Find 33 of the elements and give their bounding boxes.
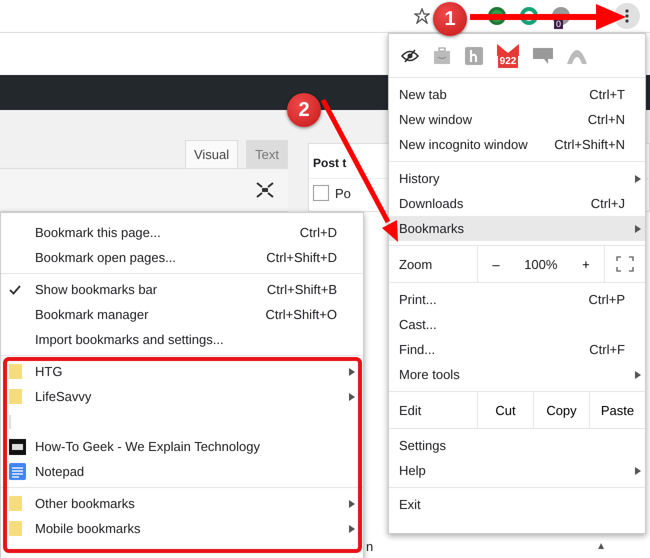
scroll-up-arrow[interactable]: ▲ [596, 540, 606, 552]
bookmark-item[interactable]: Other bookmarks [1, 491, 363, 516]
menu-item[interactable]: Bookmarks [389, 216, 645, 241]
edit-label: Edit [398, 402, 422, 418]
menu-item[interactable]: Find... Ctrl+F [389, 337, 645, 362]
extension-badge: 0 [554, 19, 564, 29]
zoom-level: 100% [524, 256, 558, 272]
menu-item[interactable]: More tools [389, 362, 645, 387]
menu-item[interactable]: Exit [389, 492, 645, 517]
page-text: n [366, 538, 374, 554]
checkbox-label: Po [335, 186, 351, 200]
menu-item[interactable]: Downloads Ctrl+J [389, 191, 645, 216]
bookmark-item[interactable]: Bookmark open pages... Ctrl+Shift+D [1, 245, 363, 270]
bookmark-item[interactable]: HTG [1, 359, 363, 384]
bookmark-item[interactable]: Import bookmarks and settings... [1, 327, 363, 352]
bookmark-item[interactable]: Show bookmarks bar Ctrl+Shift+B [1, 277, 363, 302]
bookmark-item[interactable]: Mobile bookmarks [1, 516, 363, 541]
menu-item[interactable]: Help [389, 458, 645, 483]
menu-item[interactable]: Cast... [389, 312, 645, 337]
bookmark-item[interactable]: LifeSavvy [1, 384, 363, 409]
edit-button[interactable]: Paste [589, 392, 645, 428]
menu-item[interactable]: New tab Ctrl+T [389, 82, 645, 107]
menu-item[interactable]: Print... Ctrl+P [389, 287, 645, 312]
zoom-in-button[interactable]: + [578, 256, 594, 272]
zoom-label: Zoom [398, 256, 434, 272]
menu-item[interactable]: New window Ctrl+N [389, 107, 645, 132]
bookmark-item[interactable]: Bookmark manager Ctrl+Shift+O [1, 302, 363, 327]
bookmark-item[interactable]: How-To Geek - We Explain Technology [1, 434, 363, 459]
zoom-out-button[interactable]: – [488, 256, 504, 272]
menu-item[interactable]: Settings [389, 433, 645, 458]
bookmark-item[interactable]: Notepad [1, 459, 363, 484]
editor-tab[interactable]: Visual [184, 140, 238, 168]
bookmark-item[interactable]: Bookmark this page... Ctrl+D [1, 220, 363, 245]
